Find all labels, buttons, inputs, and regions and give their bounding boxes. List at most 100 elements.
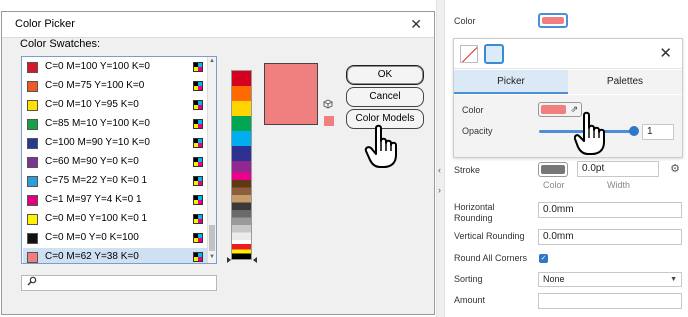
popover-tabs: Picker Palettes — [454, 70, 682, 94]
amount-label: Amount — [454, 295, 486, 305]
sorting-label: Sorting — [454, 274, 483, 284]
chevron-right-icon[interactable]: › — [438, 185, 441, 195]
chevron-down-icon: ▼ — [670, 276, 677, 283]
vertical-rounding-label: Vertical Rounding — [454, 231, 525, 241]
horizontal-rounding-label-line2: Rounding — [454, 213, 493, 223]
swatch-label: C=0 M=75 Y=100 K=0 — [45, 80, 145, 91]
sorting-select[interactable]: None ▼ — [538, 272, 682, 287]
no-color-icon[interactable] — [460, 45, 478, 63]
cmyk-icon — [193, 233, 203, 243]
stroke-width-input[interactable]: 0.0pt — [577, 161, 659, 177]
swatch-row[interactable]: C=0 M=100 Y=100 K=0 — [23, 58, 207, 77]
horizontal-rounding-label-line1: Horizontal — [454, 202, 495, 212]
cmyk-icon — [193, 157, 203, 167]
swatches-label: Color Swatches: — [20, 38, 101, 50]
opacity-label: Opacity — [462, 126, 493, 136]
swatch-chip — [27, 100, 38, 111]
swatch-list[interactable]: ▲ ▼ C=0 M=100 Y=100 K=0 C=0 M=75 Y=100 K=… — [21, 56, 217, 264]
cmyk-icon — [193, 119, 203, 129]
swatch-row[interactable]: C=85 M=10 Y=100 K=0 — [23, 115, 207, 134]
stroke-color-swatch[interactable] — [538, 162, 568, 177]
stroke-label: Stroke — [454, 165, 481, 175]
round-all-corners-label: Round All Corners — [454, 253, 528, 263]
hand-cursor-icon — [364, 124, 406, 173]
color-popover: ✕ Picker Palettes — [453, 38, 683, 158]
color-label: Color — [454, 16, 476, 26]
round-all-corners-checkbox[interactable]: ✓ — [539, 254, 548, 263]
scroll-thumb[interactable] — [209, 225, 215, 251]
popover-color-label: Color — [462, 105, 484, 115]
swatch-label: C=85 M=10 Y=100 K=0 — [45, 118, 150, 129]
swatch-chip — [27, 252, 38, 263]
swatch-label: C=0 M=100 Y=100 K=0 — [45, 61, 150, 72]
swatch-chip — [27, 195, 38, 206]
search-icon — [27, 276, 37, 289]
ok-button[interactable]: OK — [346, 65, 424, 85]
stroke-color-caption: Color — [543, 180, 565, 190]
fill-color-fill — [542, 17, 564, 24]
swatch-label: C=75 M=22 Y=0 K=0 1 — [45, 175, 148, 186]
swatch-chip — [27, 176, 38, 187]
swatch-label: C=0 M=0 Y=0 K=100 — [45, 232, 139, 243]
cmyk-icon — [193, 252, 203, 262]
swatch-chip — [27, 233, 38, 244]
swatch-row[interactable]: C=60 M=90 Y=0 K=0 — [23, 153, 207, 172]
cmyk-icon — [193, 195, 203, 205]
stroke-width-caption: Width — [607, 180, 631, 190]
cmyk-icon — [193, 100, 203, 110]
dialog-titlebar: Color Picker ✕ — [2, 12, 434, 38]
cmyk-icon — [193, 138, 203, 148]
swatch-search-field[interactable] — [21, 275, 217, 291]
swatch-label: C=0 M=10 Y=95 K=0 — [45, 99, 139, 110]
opacity-input[interactable]: 1 — [642, 124, 674, 140]
color-spectrum-bar[interactable] — [231, 70, 252, 260]
hand-cursor-icon — [573, 111, 610, 160]
scroll-down-icon[interactable]: ▼ — [209, 254, 215, 260]
amount-input[interactable] — [538, 293, 682, 309]
vertical-rounding-input[interactable]: 0.0mm — [538, 229, 682, 245]
cube-icon[interactable] — [323, 99, 333, 109]
panel-splitter[interactable]: ‹ › — [436, 0, 445, 317]
swatch-row[interactable]: C=1 M=97 Y=4 K=0 1 — [23, 191, 207, 210]
swatch-chip — [27, 138, 38, 149]
color-preview — [264, 63, 318, 125]
swatch-row[interactable]: C=0 M=0 Y=0 K=100 — [23, 229, 207, 248]
sorting-select-value: None — [543, 274, 565, 284]
cmyk-icon — [193, 214, 203, 224]
opacity-slider-knob[interactable] — [629, 126, 639, 136]
swatch-scrollbar[interactable]: ▲ ▼ — [207, 57, 216, 263]
scroll-up-icon[interactable]: ▲ — [209, 58, 215, 64]
tab-palettes[interactable]: Palettes — [568, 70, 682, 94]
spectrum-slider-handle[interactable] — [227, 257, 257, 263]
popover-color-fill — [541, 105, 566, 114]
swatch-chip — [27, 119, 38, 130]
swatch-chip — [27, 81, 38, 92]
popover-header: ✕ — [454, 39, 682, 69]
swatch-label: C=100 M=90 Y=10 K=0 — [45, 137, 150, 148]
swatch-row[interactable]: C=0 M=0 Y=100 K=0 1 — [23, 210, 207, 229]
horizontal-rounding-input[interactable]: 0.0mm — [538, 202, 682, 218]
swatch-chip — [27, 62, 38, 73]
cancel-button[interactable]: Cancel — [346, 87, 424, 107]
swatch-row[interactable]: C=75 M=22 Y=0 K=0 1 — [23, 172, 207, 191]
swatch-row[interactable]: C=0 M=10 Y=95 K=0 — [23, 96, 207, 115]
web-safe-color-chip[interactable] — [324, 116, 334, 126]
close-icon[interactable]: ✕ — [659, 44, 672, 62]
swatch-chip — [27, 157, 38, 168]
solid-color-icon[interactable] — [484, 44, 504, 64]
tab-picker[interactable]: Picker — [454, 70, 568, 94]
swatch-label: C=60 M=90 Y=0 K=0 — [45, 156, 139, 167]
close-icon[interactable]: ✕ — [410, 16, 422, 33]
chevron-left-icon[interactable]: ‹ — [438, 165, 441, 175]
stroke-color-fill — [541, 165, 565, 174]
gear-icon[interactable]: ⚙ — [668, 162, 682, 176]
swatch-row[interactable]: C=0 M=75 Y=100 K=0 — [23, 77, 207, 96]
cmyk-icon — [193, 62, 203, 72]
swatch-row[interactable]: C=0 M=62 Y=38 K=0 — [23, 248, 207, 263]
cmyk-icon — [193, 81, 203, 91]
fill-color-swatch[interactable] — [538, 13, 568, 28]
swatch-chip — [27, 214, 38, 225]
swatch-row[interactable]: C=100 M=90 Y=10 K=0 — [23, 134, 207, 153]
dialog-title: Color Picker — [15, 18, 75, 30]
cmyk-icon — [193, 176, 203, 186]
